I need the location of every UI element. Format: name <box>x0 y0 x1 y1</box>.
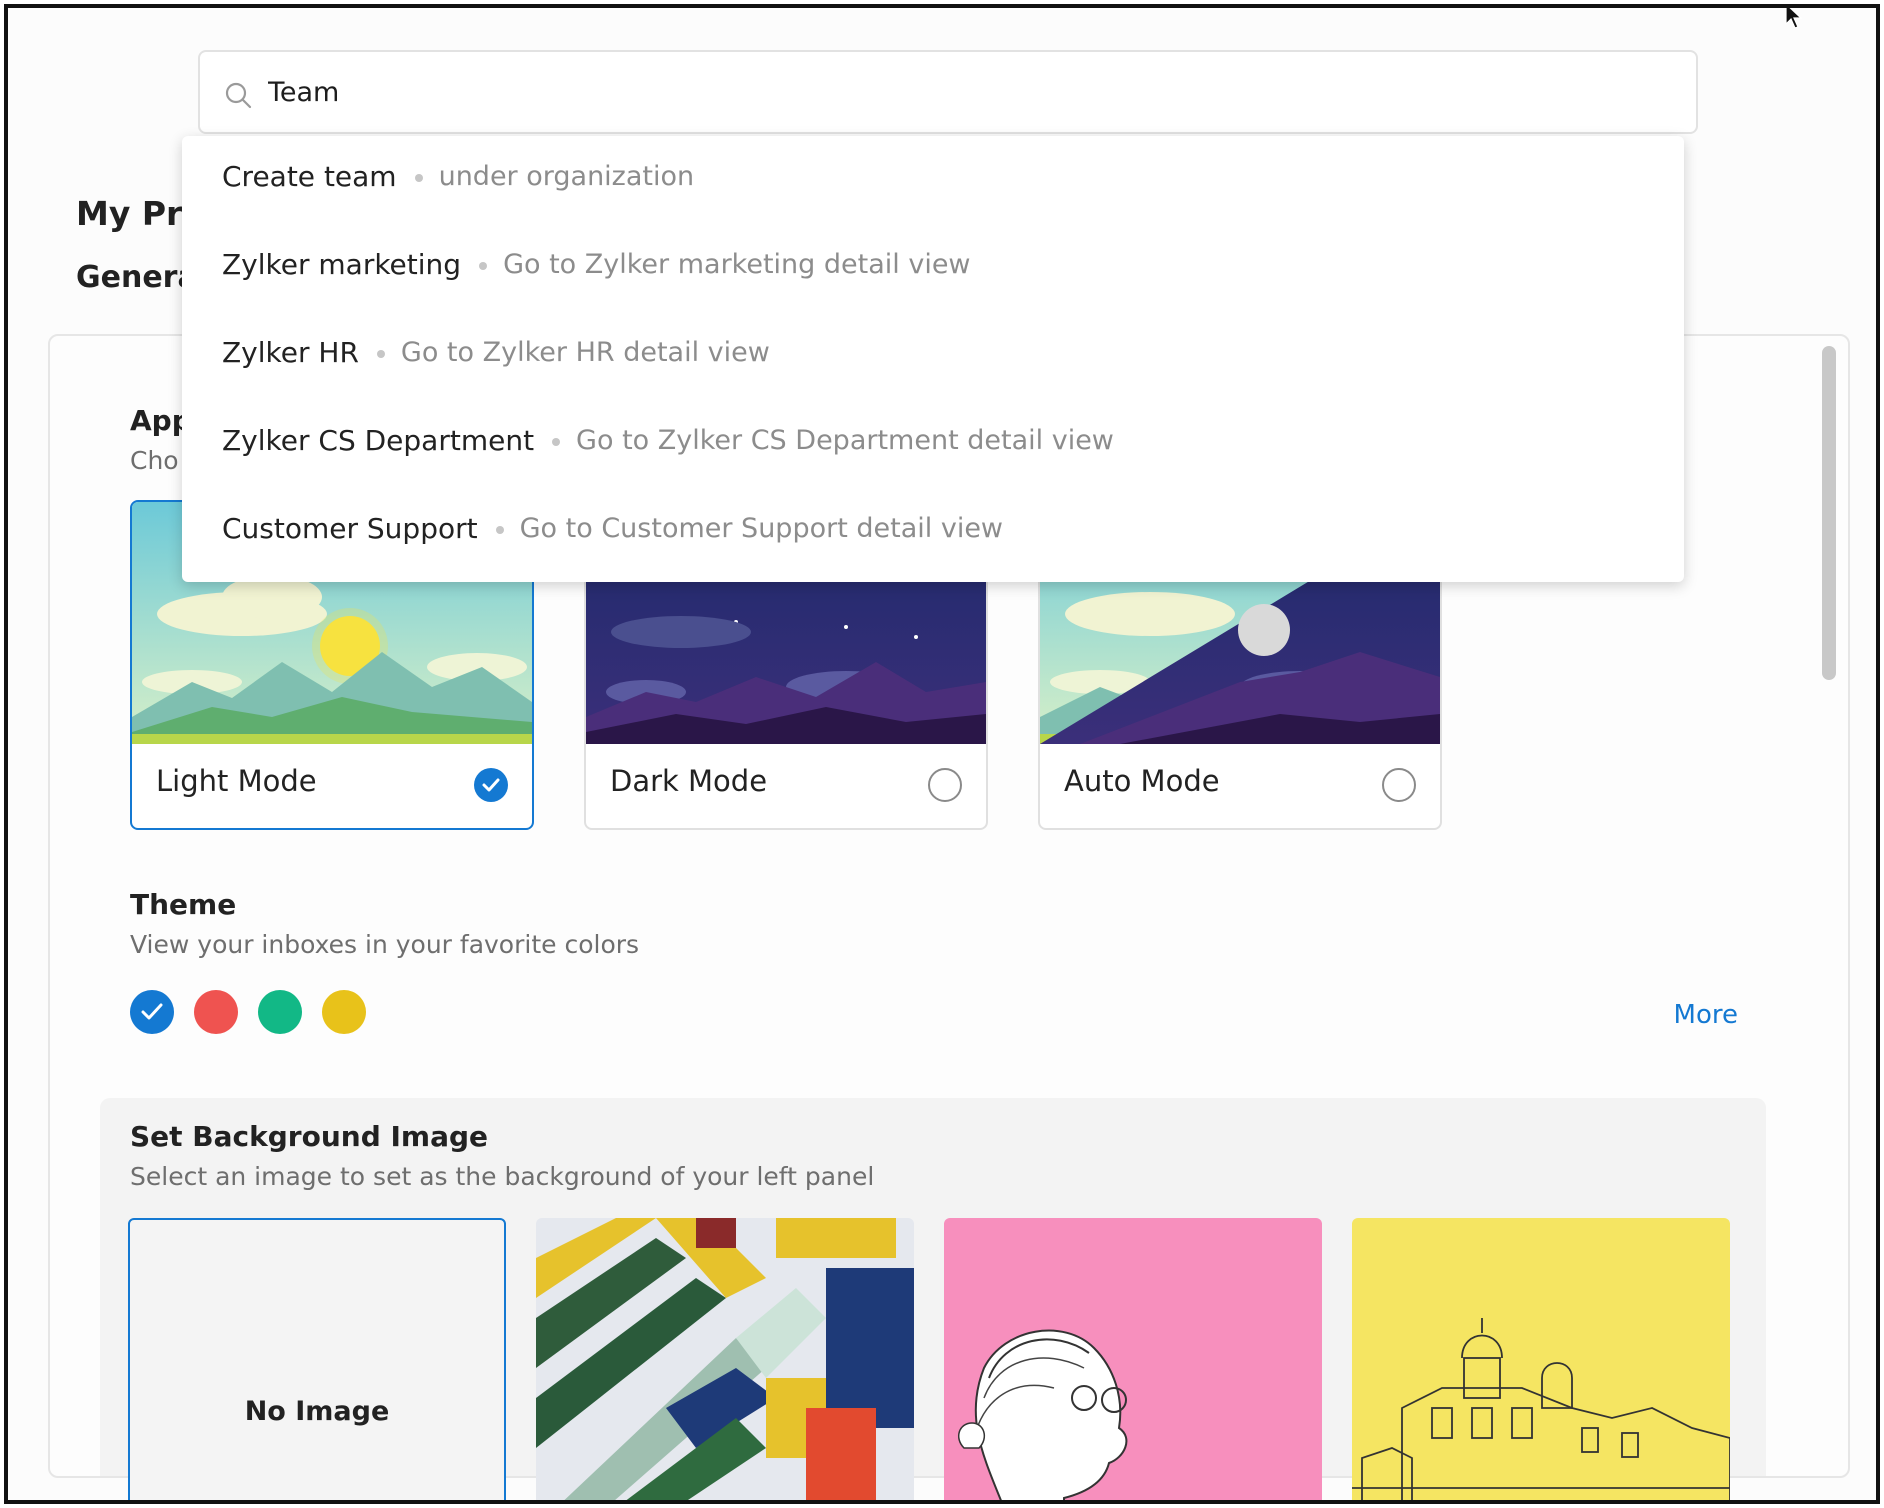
search-result-zylker-hr[interactable]: Zylker HR Go to Zylker HR detail view <box>182 312 1684 392</box>
search-results-dropdown: Create team under organization Zylker ma… <box>182 136 1684 582</box>
search-result-customer-support[interactable]: Customer Support Go to Customer Support … <box>182 488 1684 568</box>
mode-radio-light[interactable] <box>474 768 508 802</box>
appearance-description: Cho <box>130 446 179 475</box>
result-title: Zylker marketing <box>222 247 462 281</box>
no-image-label: No Image <box>244 1396 390 1427</box>
theme-title: Theme <box>130 888 237 921</box>
mode-label-dark: Dark Mode <box>610 764 768 798</box>
theme-swatch-red[interactable] <box>194 990 238 1034</box>
theme-swatch-green[interactable] <box>258 990 302 1034</box>
check-icon <box>141 1003 163 1020</box>
scrollbar-thumb[interactable] <box>1822 346 1836 680</box>
background-title: Set Background Image <box>130 1120 489 1153</box>
search-result-zylker-marketing[interactable]: Zylker marketing Go to Zylker marketing … <box>182 224 1684 304</box>
theme-more-link[interactable]: More <box>1674 1000 1738 1030</box>
section-tab-general[interactable]: Genera <box>76 260 198 295</box>
separator-dot <box>414 174 423 182</box>
search-icon <box>225 82 252 109</box>
search-input[interactable] <box>268 66 1668 118</box>
theme-swatch-yellow[interactable] <box>322 990 366 1034</box>
result-subtitle: under organization <box>438 160 695 192</box>
result-title: Customer Support <box>222 511 478 545</box>
mode-label-auto: Auto Mode <box>1064 764 1220 798</box>
theme-description: View your inboxes in your favorite color… <box>130 930 640 959</box>
theme-swatch-blue[interactable] <box>130 990 174 1034</box>
result-subtitle: Go to Zylker marketing detail view <box>503 248 971 280</box>
result-subtitle: Go to Zylker CS Department detail view <box>576 424 1114 456</box>
app-window: My Pro Genera App Cho Light Mode Dark Mo… <box>4 4 1880 1504</box>
search-bar[interactable] <box>198 50 1698 134</box>
separator-dot <box>495 526 504 534</box>
result-subtitle: Go to Customer Support detail view <box>519 512 1004 544</box>
background-description: Select an image to set as the background… <box>130 1162 875 1191</box>
separator-dot <box>376 350 385 358</box>
bg-tile-no-image[interactable]: No Image <box>128 1218 506 1500</box>
result-title: Zylker CS Department <box>222 423 535 457</box>
geometric-art-image <box>536 1218 914 1500</box>
result-title: Zylker HR <box>222 335 359 369</box>
result-title: Create team <box>222 159 397 193</box>
search-result-zylker-cs[interactable]: Zylker CS Department Go to Zylker CS Dep… <box>182 400 1684 480</box>
bg-tile-cathedral[interactable] <box>1352 1218 1730 1500</box>
cathedral-sketch-image <box>1352 1218 1730 1500</box>
separator-dot <box>552 438 561 446</box>
separator-dot <box>479 262 488 270</box>
bg-tile-portrait[interactable] <box>944 1218 1322 1500</box>
mode-radio-auto[interactable] <box>1382 768 1416 802</box>
mode-label-light: Light Mode <box>156 764 317 798</box>
mode-radio-dark[interactable] <box>928 768 962 802</box>
result-subtitle: Go to Zylker HR detail view <box>400 336 770 368</box>
bg-tile-geometric[interactable] <box>536 1218 914 1500</box>
portrait-sketch-image <box>944 1218 1322 1500</box>
mouse-cursor-icon <box>1785 8 1803 29</box>
search-result-create-team[interactable]: Create team under organization <box>182 136 1684 216</box>
check-icon <box>482 778 500 792</box>
